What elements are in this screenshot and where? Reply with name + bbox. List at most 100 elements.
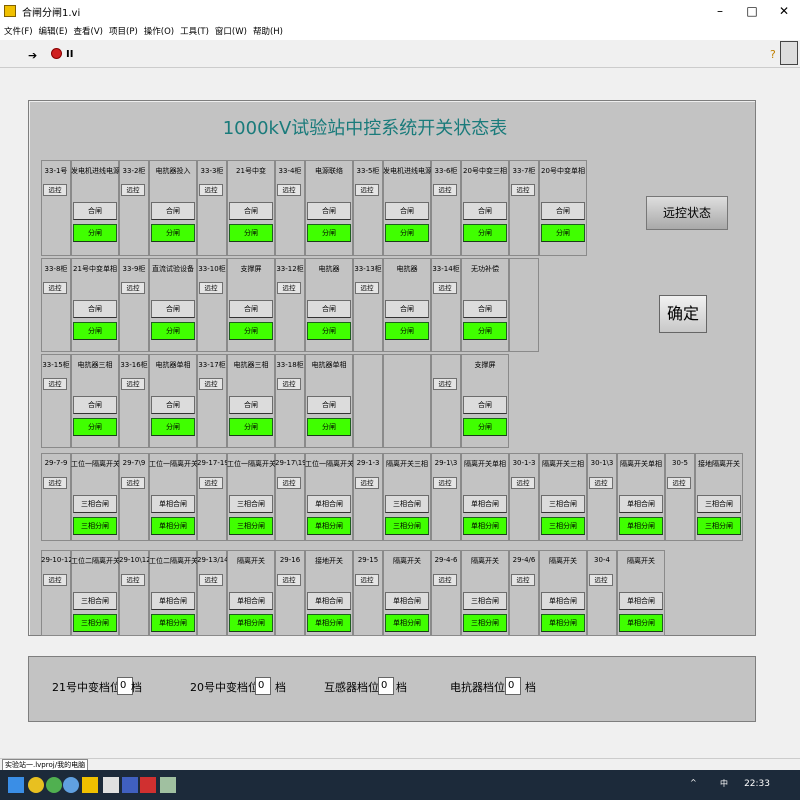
open-breaker-button[interactable]: 单相分闸 [307, 614, 351, 632]
open-breaker-button[interactable]: 分闸 [151, 322, 195, 340]
close-breaker-button[interactable]: 单相合闸 [151, 592, 195, 610]
remote-button[interactable]: 远控 [277, 282, 301, 294]
help-icon[interactable]: ? [770, 48, 776, 61]
open-breaker-button[interactable]: 三相分闸 [463, 614, 507, 632]
open-breaker-button[interactable]: 单相分闸 [151, 517, 195, 535]
start-icon[interactable] [8, 777, 24, 793]
close-breaker-button[interactable]: 三相合闸 [541, 495, 585, 513]
close-breaker-button[interactable]: 合闸 [541, 202, 585, 220]
close-breaker-button[interactable]: 合闸 [385, 300, 429, 318]
remote-button[interactable]: 远控 [355, 477, 379, 489]
close-breaker-button[interactable]: 三相合闸 [697, 495, 741, 513]
open-breaker-button[interactable]: 三相分闸 [229, 517, 273, 535]
browser-icon[interactable] [46, 777, 62, 793]
close-breaker-button[interactable]: 合闸 [229, 396, 273, 414]
remote-button[interactable]: 远控 [43, 282, 67, 294]
remote-button[interactable]: 远控 [43, 378, 67, 390]
remote-button[interactable]: 远控 [511, 477, 535, 489]
remote-button[interactable]: 远控 [43, 574, 67, 586]
remote-button[interactable]: 远控 [589, 477, 613, 489]
open-breaker-button[interactable]: 单相分闸 [385, 614, 429, 632]
menu-file[interactable]: 文件(F) [4, 25, 33, 37]
open-breaker-button[interactable]: 单相分闸 [151, 614, 195, 632]
app-icon[interactable] [63, 777, 79, 793]
remote-button[interactable]: 远控 [433, 477, 457, 489]
open-breaker-button[interactable]: 分闸 [463, 322, 507, 340]
close-breaker-button[interactable]: 单相合闸 [619, 495, 663, 513]
close-breaker-button[interactable]: 合闸 [307, 300, 351, 318]
close-breaker-button[interactable]: 单相合闸 [385, 592, 429, 610]
open-breaker-button[interactable]: 分闸 [385, 322, 429, 340]
close-breaker-button[interactable]: 单相合闸 [307, 592, 351, 610]
labview-taskbar-icon[interactable] [82, 777, 98, 793]
open-breaker-button[interactable]: 单相分闸 [229, 614, 273, 632]
close-breaker-button[interactable]: 合闸 [151, 202, 195, 220]
remote-button[interactable]: 远控 [511, 574, 535, 586]
remote-button[interactable]: 远控 [511, 184, 535, 196]
close-breaker-button[interactable]: 合闸 [385, 202, 429, 220]
open-breaker-button[interactable]: 分闸 [73, 224, 117, 242]
open-breaker-button[interactable]: 分闸 [73, 322, 117, 340]
close-breaker-button[interactable]: 三相合闸 [229, 495, 273, 513]
chrome-icon[interactable] [28, 777, 44, 793]
menu-window[interactable]: 窗口(W) [215, 25, 247, 37]
close-breaker-button[interactable]: 单相合闸 [229, 592, 273, 610]
maximize-button[interactable]: □ [736, 0, 768, 22]
open-breaker-button[interactable]: 分闸 [463, 418, 507, 436]
pause-icon[interactable]: II [66, 49, 73, 60]
menu-project[interactable]: 项目(P) [109, 25, 138, 37]
remote-button[interactable]: 远控 [433, 574, 457, 586]
remote-button[interactable]: 远控 [355, 184, 379, 196]
close-breaker-button[interactable]: 三相合闸 [463, 592, 507, 610]
wps-icon[interactable] [140, 777, 156, 793]
open-breaker-button[interactable]: 三相分闸 [73, 517, 117, 535]
remote-button[interactable]: 远控 [121, 378, 145, 390]
close-breaker-button[interactable]: 单相合闸 [463, 495, 507, 513]
run-arrow-icon[interactable]: ➔ [28, 49, 37, 62]
open-breaker-button[interactable]: 分闸 [307, 322, 351, 340]
open-breaker-button[interactable]: 分闸 [307, 418, 351, 436]
close-breaker-button[interactable]: 单相合闸 [619, 592, 663, 610]
close-breaker-button[interactable]: 合闸 [463, 202, 507, 220]
open-breaker-button[interactable]: 分闸 [151, 418, 195, 436]
open-breaker-button[interactable]: 三相分闸 [697, 517, 741, 535]
close-breaker-button[interactable]: 合闸 [73, 202, 117, 220]
open-breaker-button[interactable]: 单相分闸 [307, 517, 351, 535]
open-breaker-button[interactable]: 分闸 [229, 418, 273, 436]
open-breaker-button[interactable]: 三相分闸 [385, 517, 429, 535]
open-breaker-button[interactable]: 分闸 [463, 224, 507, 242]
remote-button[interactable]: 远控 [433, 378, 457, 390]
open-breaker-button[interactable]: 单相分闸 [541, 614, 585, 632]
remote-button[interactable]: 远控 [43, 184, 67, 196]
remote-button[interactable]: 远控 [667, 477, 691, 489]
close-breaker-button[interactable]: 单相合闸 [541, 592, 585, 610]
open-breaker-button[interactable]: 分闸 [151, 224, 195, 242]
gear-input-ct[interactable]: 0 [378, 677, 394, 695]
remote-button[interactable]: 远控 [199, 477, 223, 489]
close-breaker-button[interactable]: 合闸 [463, 396, 507, 414]
gear-input-20[interactable]: 0 [255, 677, 271, 695]
open-breaker-button[interactable]: 单相分闸 [619, 517, 663, 535]
remote-button[interactable]: 远控 [43, 477, 67, 489]
remote-status-button[interactable]: 远控状态 [646, 196, 728, 230]
open-breaker-button[interactable]: 单相分闸 [619, 614, 663, 632]
open-breaker-button[interactable]: 分闸 [73, 418, 117, 436]
remote-button[interactable]: 远控 [121, 477, 145, 489]
open-breaker-button[interactable]: 分闸 [541, 224, 585, 242]
remote-button[interactable]: 远控 [589, 574, 613, 586]
close-breaker-button[interactable]: 合闸 [229, 202, 273, 220]
abort-icon[interactable] [51, 48, 62, 59]
close-breaker-button[interactable]: 单相合闸 [307, 495, 351, 513]
tray-expand-icon[interactable]: ^ [690, 778, 697, 787]
close-breaker-button[interactable]: 合闸 [307, 202, 351, 220]
close-breaker-button[interactable]: 合闸 [229, 300, 273, 318]
explorer-icon[interactable] [103, 777, 119, 793]
close-breaker-button[interactable]: 合闸 [151, 396, 195, 414]
close-breaker-button[interactable]: 单相合闸 [151, 495, 195, 513]
remote-button[interactable]: 远控 [121, 574, 145, 586]
close-breaker-button[interactable]: 合闸 [73, 300, 117, 318]
remote-button[interactable]: 远控 [277, 574, 301, 586]
close-button[interactable]: ✕ [768, 0, 800, 22]
remote-button[interactable]: 远控 [199, 184, 223, 196]
menu-help[interactable]: 帮助(H) [253, 25, 283, 37]
